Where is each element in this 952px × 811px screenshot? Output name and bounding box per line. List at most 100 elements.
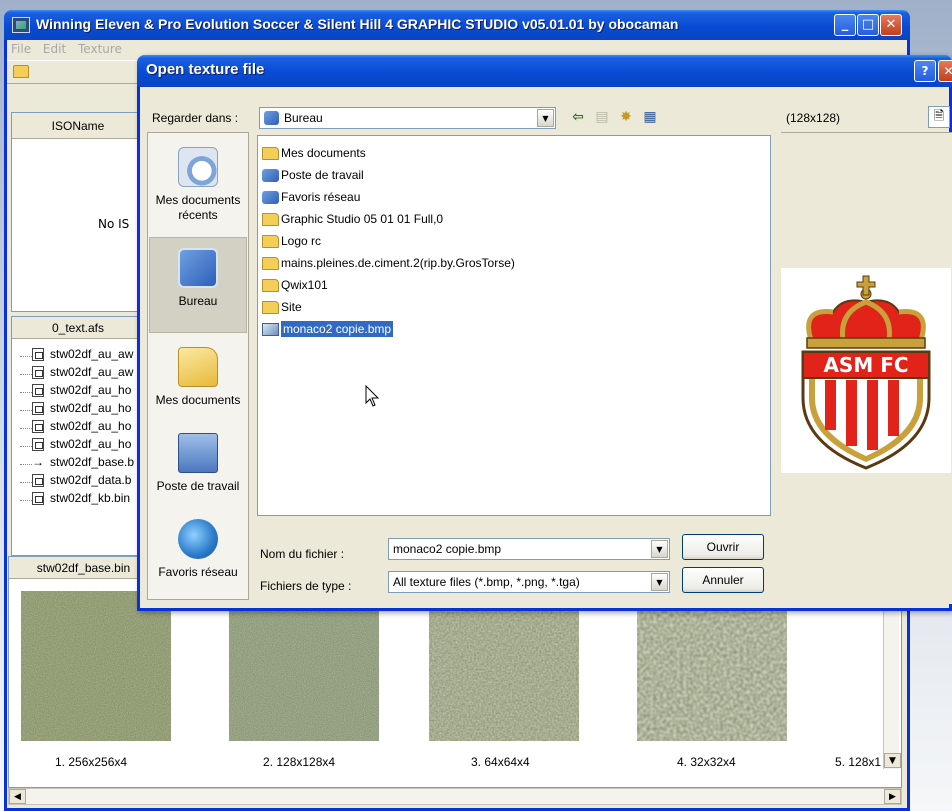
my-documents-icon — [178, 347, 218, 387]
afs-file-item[interactable]: stw02df_au_ho — [18, 437, 131, 455]
afs-file-item[interactable]: stw02df_au_ho — [18, 383, 131, 401]
file-item[interactable]: Site — [262, 300, 302, 320]
file-icon — [32, 474, 44, 488]
afs-file-item[interactable]: stw02df_au_ho — [18, 401, 131, 419]
mouse-cursor-icon — [365, 385, 380, 407]
texture-label: 4. 32x32x4 — [677, 755, 736, 769]
place-my-documents[interactable]: Mes documents — [149, 337, 247, 433]
close-button[interactable]: ✕ — [880, 14, 902, 36]
filename-label: Nom du fichier : — [260, 547, 345, 561]
arrow-right-icon: → — [32, 455, 44, 469]
lookin-combo[interactable]: Bureau ▼ — [259, 107, 556, 129]
folder-icon — [262, 257, 279, 271]
menu-texture[interactable]: Texture — [74, 40, 126, 58]
folder-icon — [262, 147, 279, 161]
lookin-label: Regarder dans : — [152, 111, 239, 125]
iso-header: ISOName — [12, 113, 144, 139]
folder-icon — [262, 279, 279, 293]
place-recent[interactable]: Mes documents récents — [149, 137, 247, 233]
places-bar: Mes documents récents Bureau Mes documen… — [147, 132, 249, 600]
chevron-down-icon[interactable]: ▼ — [651, 573, 668, 591]
desktop-icon — [178, 248, 218, 288]
open-file-dialog: Open texture file ? ✕ Regarder dans : Bu… — [137, 55, 952, 611]
texture-label: 1. 256x256x4 — [55, 755, 128, 769]
app-title: Winning Eleven & Pro Evolution Soccer & … — [36, 16, 679, 32]
cancel-button[interactable]: Annuler — [682, 567, 764, 593]
open-button[interactable]: Ouvrir — [682, 534, 764, 560]
texture-label: 3. 64x64x4 — [471, 755, 530, 769]
help-button[interactable]: ? — [914, 60, 936, 82]
minimize-button[interactable]: _ — [834, 14, 856, 36]
afs-panel: 0_text.afs stw02df_au_aw stw02df_au_aw s… — [11, 316, 145, 556]
iso-panel: ISOName No IS — [11, 112, 145, 312]
network-places-icon — [178, 519, 218, 559]
file-item-selected[interactable]: monaco2 copie.bmp — [262, 321, 394, 342]
file-item[interactable]: Logo rc — [262, 234, 321, 254]
file-icon — [32, 366, 44, 380]
afs-file-item[interactable]: stw02df_kb.bin — [18, 491, 130, 509]
file-item[interactable]: Qwix101 — [262, 278, 328, 298]
my-computer-icon — [262, 169, 279, 183]
afs-file-item-current[interactable]: → stw02df_base.b — [18, 455, 134, 473]
place-my-computer[interactable]: Poste de travail — [149, 423, 247, 519]
filetype-label: Fichiers de type : — [260, 579, 352, 593]
texture-thumbnail[interactable] — [637, 591, 787, 741]
file-item[interactable]: Graphic Studio 05 01 01 Full,0 — [262, 212, 443, 232]
file-item[interactable]: Favoris réseau — [262, 190, 360, 210]
filename-input[interactable]: monaco2 copie.bmp ▼ — [388, 538, 670, 560]
file-icon — [32, 384, 44, 398]
folder-icon — [262, 301, 279, 315]
logo-text: ASM FC — [823, 353, 908, 377]
open-folder-icon[interactable] — [13, 65, 29, 78]
file-item[interactable]: mains.pleines.de.ciment.2(rip.by.GrosTor… — [262, 256, 515, 276]
app-icon — [12, 17, 30, 33]
maximize-button[interactable]: □ — [857, 14, 879, 36]
dialog-close-button[interactable]: ✕ — [938, 60, 952, 82]
file-list[interactable]: Mes documents Poste de travail Favoris r… — [257, 135, 771, 516]
afs-header: 0_text.afs — [12, 317, 144, 339]
afs-file-item[interactable]: stw02df_au_aw — [18, 347, 133, 365]
chevron-down-icon[interactable]: ▼ — [651, 540, 668, 558]
menu-edit[interactable]: Edit — [39, 40, 70, 58]
afs-file-item[interactable]: stw02df_au_aw — [18, 365, 133, 383]
preview-toggle-icon[interactable]: 🗎 — [928, 106, 950, 128]
preview-image: ASM FC — [781, 268, 951, 473]
texture-thumbnail[interactable] — [21, 591, 171, 741]
back-arrow-icon[interactable]: ⇦ — [568, 109, 588, 127]
new-folder-icon[interactable]: ✸ — [616, 109, 636, 127]
recent-documents-icon — [178, 147, 218, 187]
file-icon — [32, 420, 44, 434]
app-title-bar[interactable]: Winning Eleven & Pro Evolution Soccer & … — [4, 10, 910, 40]
desktop-icon — [264, 111, 279, 125]
iso-empty-text: No IS — [98, 217, 130, 231]
dialog-title-bar[interactable]: Open texture file — [137, 55, 952, 87]
chevron-down-icon[interactable]: ▼ — [537, 109, 554, 127]
folder-icon — [262, 235, 279, 249]
scroll-right-button[interactable]: ▶ — [884, 789, 901, 804]
file-icon — [32, 402, 44, 416]
place-desktop[interactable]: Bureau — [149, 237, 247, 333]
network-places-icon — [262, 191, 279, 205]
view-menu-icon[interactable]: ▦ — [640, 109, 660, 127]
scroll-left-button[interactable]: ◀ — [9, 789, 26, 804]
filetype-select[interactable]: All texture files (*.bmp, *.png, *.tga) … — [388, 571, 670, 593]
file-icon — [32, 438, 44, 452]
up-folder-icon[interactable]: ▤ — [592, 109, 612, 127]
texture-label: 5. 128x1 — [835, 755, 882, 769]
file-item[interactable]: Mes documents — [262, 146, 366, 166]
bitmap-file-icon — [262, 323, 279, 337]
dialog-title: Open texture file — [146, 61, 265, 78]
texture-thumbnail[interactable] — [429, 591, 579, 741]
preview-size-label: (128x128) — [786, 111, 841, 125]
horizontal-scrollbar[interactable]: ◀ ▶ — [8, 788, 902, 805]
file-item[interactable]: Poste de travail — [262, 168, 364, 188]
menu-file[interactable]: File — [7, 40, 35, 58]
file-icon — [32, 348, 44, 362]
file-icon — [32, 492, 44, 506]
folder-icon — [262, 213, 279, 227]
afs-file-item[interactable]: stw02df_data.b — [18, 473, 131, 491]
place-network[interactable]: Favoris réseau — [149, 509, 247, 605]
scroll-down-button[interactable]: ▼ — [884, 753, 901, 768]
afs-file-item[interactable]: stw02df_au_ho — [18, 419, 131, 437]
texture-thumbnail[interactable] — [229, 591, 379, 741]
